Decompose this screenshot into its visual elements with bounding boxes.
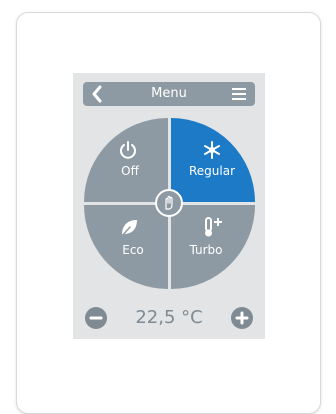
plus-icon bbox=[235, 311, 249, 325]
menu-button[interactable] bbox=[232, 88, 246, 100]
mode-off-button[interactable]: Off bbox=[84, 118, 168, 202]
mode-turbo-label: Turbo bbox=[189, 243, 223, 257]
mode-eco-label: Eco bbox=[122, 243, 144, 257]
menu-bar: Menu bbox=[83, 82, 255, 106]
mode-turbo-button[interactable]: Turbo bbox=[171, 205, 255, 289]
center-button[interactable] bbox=[155, 189, 183, 217]
mode-wheel: Off Regular Eco Turbo bbox=[84, 118, 255, 289]
temperature-control: 22,5 °C bbox=[83, 305, 255, 331]
menu-title: Menu bbox=[151, 86, 187, 101]
thermostat-panel: Menu Off Regular Eco Turbo 22,5 °C bbox=[73, 73, 265, 339]
mode-off-label: Off bbox=[121, 164, 139, 178]
hamburger-icon bbox=[232, 88, 246, 90]
minus-icon bbox=[89, 316, 103, 320]
increase-button[interactable] bbox=[231, 307, 253, 329]
power-icon bbox=[120, 141, 136, 159]
decrease-button[interactable] bbox=[85, 307, 107, 329]
temperature-value: 22,5 °C bbox=[135, 307, 203, 328]
hand-icon bbox=[165, 195, 173, 210]
mode-regular-button[interactable]: Regular bbox=[171, 118, 255, 202]
leaf-icon bbox=[120, 220, 137, 238]
mode-eco-button[interactable]: Eco bbox=[84, 205, 168, 289]
snowflake-icon bbox=[204, 141, 220, 159]
mode-regular-label: Regular bbox=[188, 164, 236, 178]
thermometer-plus-icon bbox=[205, 217, 222, 237]
